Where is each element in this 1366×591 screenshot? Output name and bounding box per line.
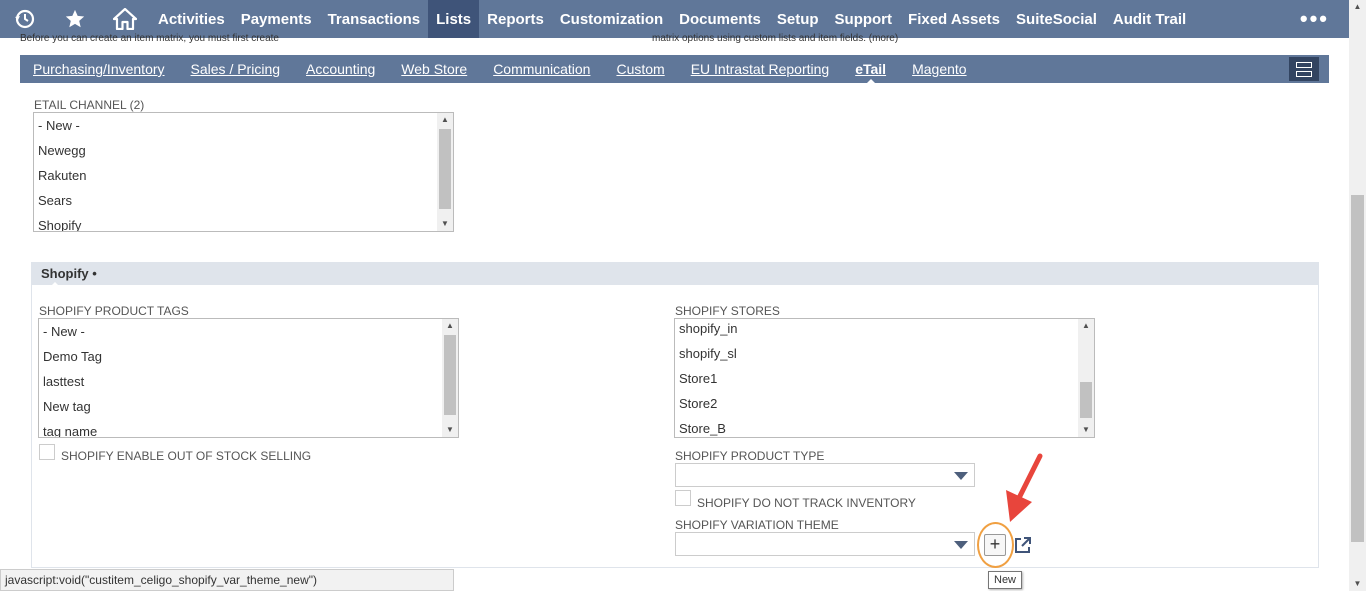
scroll-thumb[interactable] xyxy=(1080,382,1092,418)
do-not-track-inventory-label: SHOPIFY DO NOT TRACK INVENTORY xyxy=(697,496,916,510)
list-item[interactable]: Shopify xyxy=(34,213,453,231)
nav-lists[interactable]: Lists xyxy=(428,0,480,38)
list-item[interactable]: Sears xyxy=(34,188,453,213)
list-item[interactable]: Store1 xyxy=(675,366,1094,391)
nav-suitesocial[interactable]: SuiteSocial xyxy=(1008,0,1105,38)
list-item[interactable]: New tag xyxy=(39,394,458,419)
scroll-thumb[interactable] xyxy=(444,335,456,415)
tab-eu-intrastat-reporting[interactable]: EU Intrastat Reporting xyxy=(678,61,843,77)
enable-out-of-stock-checkbox[interactable] xyxy=(39,444,55,460)
shopify-stores-listbox[interactable]: shopify_in shopify_sl Store1 Store2 Stor… xyxy=(674,318,1095,438)
red-arrow-annotation-icon xyxy=(1006,453,1043,522)
nav-audit-trail[interactable]: Audit Trail xyxy=(1105,0,1194,38)
shopify-product-tags-listbox[interactable]: - New - Demo Tag lasttest New tag tag na… xyxy=(38,318,459,438)
enable-out-of-stock-label: SHOPIFY ENABLE OUT OF STOCK SELLING xyxy=(61,449,312,463)
new-tooltip: New xyxy=(988,571,1023,589)
list-item[interactable]: Store2 xyxy=(675,391,1094,416)
listbox-scrollbar[interactable]: ▲ ▼ xyxy=(442,319,458,437)
nav-reports[interactable]: Reports xyxy=(479,0,552,38)
list-item[interactable]: - New - xyxy=(34,113,453,138)
list-item[interactable]: shopify_sl xyxy=(675,341,1094,366)
shopify-product-tags-label: SHOPIFY PRODUCT TAGS xyxy=(39,304,189,318)
list-item[interactable]: shopify_in xyxy=(675,319,1094,341)
scroll-up-arrow-icon[interactable]: ▲ xyxy=(1349,0,1366,14)
scroll-up-arrow-icon[interactable]: ▲ xyxy=(437,113,453,127)
dropdown-caret-icon xyxy=(954,541,968,549)
tab-custom[interactable]: Custom xyxy=(603,61,677,77)
shopify-product-type-select[interactable] xyxy=(675,463,975,487)
tab-etail[interactable]: eTail xyxy=(842,61,899,85)
scroll-thumb[interactable] xyxy=(439,129,451,209)
page-scrollbar[interactable]: ▲ ▼ xyxy=(1349,0,1366,591)
tab-accounting[interactable]: Accounting xyxy=(293,61,388,77)
open-external-icon[interactable] xyxy=(1013,536,1032,555)
shopify-product-type-label: SHOPIFY PRODUCT TYPE xyxy=(675,449,825,463)
shopify-section-header[interactable]: Shopify • xyxy=(31,262,1319,288)
list-item[interactable]: - New - xyxy=(39,319,458,344)
shopify-variation-theme-select[interactable] xyxy=(675,532,975,556)
tab-communication[interactable]: Communication xyxy=(480,61,603,77)
nav-fixed-assets[interactable]: Fixed Assets xyxy=(900,0,1008,38)
nav-transactions[interactable]: Transactions xyxy=(320,0,429,38)
subtab-bar: Purchasing/Inventory Sales / Pricing Acc… xyxy=(20,55,1329,85)
cutoff-help-text-right: matrix options using custom lists and it… xyxy=(652,33,899,44)
list-item[interactable]: lasttest xyxy=(39,369,458,394)
dropdown-caret-icon xyxy=(954,472,968,480)
layout-toggle-icon[interactable] xyxy=(1289,57,1319,81)
tab-purchasing-inventory[interactable]: Purchasing/Inventory xyxy=(20,61,178,77)
list-item[interactable]: Store_B xyxy=(675,416,1094,437)
tab-magento[interactable]: Magento xyxy=(899,61,979,77)
listbox-scrollbar[interactable]: ▲ ▼ xyxy=(1078,319,1094,437)
scroll-down-arrow-icon[interactable]: ▼ xyxy=(1349,577,1366,591)
list-item[interactable]: tag name xyxy=(39,419,458,437)
etail-channel-listbox[interactable]: - New - Newegg Rakuten Sears Shopify ▲ ▼ xyxy=(33,112,454,232)
scroll-thumb[interactable] xyxy=(1351,195,1364,542)
scroll-down-arrow-icon[interactable]: ▼ xyxy=(442,423,458,437)
list-item[interactable]: Rakuten xyxy=(34,163,453,188)
list-item[interactable]: Newegg xyxy=(34,138,453,163)
etail-channel-label: ETAIL CHANNEL (2) xyxy=(34,98,145,112)
tab-web-store[interactable]: Web Store xyxy=(388,61,480,77)
scroll-down-arrow-icon[interactable]: ▼ xyxy=(437,217,453,231)
section-title: Shopify • xyxy=(41,266,97,288)
cutoff-help-text-left: Before you can create an item matrix, yo… xyxy=(20,33,279,44)
list-item[interactable]: Demo Tag xyxy=(39,344,458,369)
highlight-circle xyxy=(977,522,1014,568)
scroll-down-arrow-icon[interactable]: ▼ xyxy=(1078,423,1094,437)
shopify-stores-label: SHOPIFY STORES xyxy=(675,304,780,318)
scroll-up-arrow-icon[interactable]: ▲ xyxy=(1078,319,1094,333)
listbox-scrollbar[interactable]: ▲ ▼ xyxy=(437,113,453,231)
browser-status-bar: javascript:void("custitem_celigo_shopify… xyxy=(0,569,454,591)
do-not-track-inventory-checkbox[interactable] xyxy=(675,490,691,506)
shopify-variation-theme-label: SHOPIFY VARIATION THEME xyxy=(675,518,839,532)
tab-sales-pricing[interactable]: Sales / Pricing xyxy=(178,61,293,77)
more-menu-icon[interactable]: ••• xyxy=(1300,0,1329,38)
scroll-up-arrow-icon[interactable]: ▲ xyxy=(442,319,458,333)
